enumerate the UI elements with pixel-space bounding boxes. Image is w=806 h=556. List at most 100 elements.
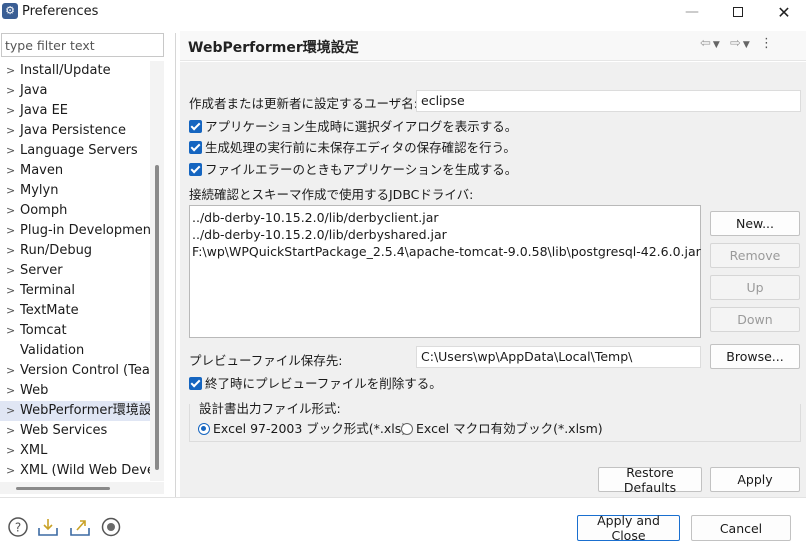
checkbox-checked-icon[interactable]	[189, 120, 202, 133]
tree-item-xml[interactable]: > XML	[0, 441, 150, 461]
new-button[interactable]: New...	[710, 211, 800, 236]
tree-item-validation[interactable]: Validation	[0, 341, 150, 361]
user-name-input[interactable]: eclipse	[416, 90, 801, 112]
tree-item-java[interactable]: > Java	[0, 81, 150, 101]
delete-preview-checkbox[interactable]: 終了時にプレビューファイルを削除する。	[189, 376, 442, 392]
up-button[interactable]: Up	[710, 275, 800, 300]
tree-item-xml-wild-web-developer[interactable]: >XML (Wild Web Developer)	[0, 461, 150, 481]
chevron-right-icon[interactable]: >	[6, 281, 16, 301]
confirm-save-checkbox[interactable]: 生成処理の実行前に未保存エディタの保存確認を行う。	[189, 140, 516, 156]
filter-input[interactable]	[1, 33, 164, 57]
oomph-record-icon[interactable]	[100, 516, 122, 538]
maximize-button[interactable]	[718, 0, 758, 24]
tree-item-maven[interactable]: > Maven	[0, 161, 150, 181]
list-item[interactable]: F:\wp\WPQuickStartPackage_2.5.4\apache-t…	[192, 243, 701, 260]
svg-text:?: ?	[15, 521, 21, 535]
chevron-right-icon[interactable]: >	[6, 461, 16, 481]
tree-item-web-services[interactable]: > Web Services	[0, 421, 150, 441]
panel-splitter[interactable]	[175, 33, 176, 497]
remove-button[interactable]: Remove	[710, 243, 800, 268]
tree-item-language-servers[interactable]: > Language Servers	[0, 141, 150, 161]
tree-vertical-scrollbar[interactable]	[150, 61, 164, 481]
tree-item-install-update[interactable]: > Install/Update	[0, 61, 150, 81]
tree-item-oomph[interactable]: > Oomph	[0, 201, 150, 221]
tree-item-java-persistence[interactable]: > Java Persistence	[0, 121, 150, 141]
page-title: WebPerformer環境設定	[188, 40, 359, 56]
chevron-right-icon[interactable]: >	[6, 401, 16, 421]
chevron-right-icon[interactable]: >	[6, 301, 16, 321]
list-item[interactable]: ../db-derby-10.15.2.0/lib/derbyshared.ja…	[192, 226, 700, 243]
tree-item-run-debug[interactable]: > Run/Debug	[0, 241, 150, 261]
tree-item-web[interactable]: > Web	[0, 381, 150, 401]
preview-path-label: プレビューファイル保存先:	[189, 353, 343, 368]
page-navigation: ⇦ ▼ ⇨ ▼ ⋮	[700, 36, 775, 51]
apply-button[interactable]: Apply	[710, 467, 800, 492]
radio-xls[interactable]: Excel 97-2003 ブック形式(*.xls)	[198, 421, 406, 437]
chevron-right-icon[interactable]: >	[6, 241, 16, 261]
restore-defaults-button[interactable]: Restore Defaults	[598, 465, 702, 495]
scrollbar-thumb[interactable]	[155, 165, 159, 470]
minimize-button[interactable]: —	[672, 0, 712, 24]
preview-path-input[interactable]: C:\Users\wp\AppData\Local\Temp\	[416, 346, 701, 368]
chevron-right-icon[interactable]: >	[6, 421, 16, 441]
browse-button[interactable]: Browse...	[710, 344, 800, 369]
down-button[interactable]: Down	[710, 307, 800, 332]
preference-tree: > Install/Update > Java > Java EE > Java Per…	[0, 61, 150, 481]
cancel-button[interactable]: Cancel	[691, 515, 791, 541]
help-icon[interactable]: ?	[7, 516, 29, 538]
chevron-right-icon[interactable]: >	[6, 121, 16, 141]
back-arrow-icon[interactable]: ⇦	[700, 36, 711, 51]
forward-arrow-icon[interactable]: ⇨	[730, 36, 741, 51]
chevron-right-icon[interactable]: >	[6, 221, 16, 241]
chevron-right-icon[interactable]: >	[6, 161, 16, 181]
list-item[interactable]: ../db-derby-10.15.2.0/lib/derbyclient.ja…	[192, 209, 700, 226]
chevron-right-icon[interactable]: >	[6, 81, 16, 101]
radio-selected-icon[interactable]	[198, 423, 210, 435]
view-menu-icon[interactable]: ⋮	[760, 36, 773, 51]
jdbc-driver-label: 接続確認とスキーマ作成で使用するJDBCドライバ:	[189, 187, 474, 202]
checkbox-checked-icon[interactable]	[189, 377, 202, 390]
checkbox-checked-icon[interactable]	[189, 163, 202, 176]
chevron-right-icon[interactable]: >	[6, 381, 16, 401]
tree-item-tomcat[interactable]: > Tomcat	[0, 321, 150, 341]
footer-separator	[0, 497, 806, 498]
chevron-right-icon[interactable]: >	[6, 101, 16, 121]
radio-unselected-icon[interactable]	[401, 423, 413, 435]
tree-item-webperformer-settings[interactable]: >WebPerformer環境設定	[0, 401, 150, 421]
user-name-label: 作成者または更新者に設定するユーザ名:	[189, 96, 418, 111]
scrollbar-thumb[interactable]	[16, 487, 110, 490]
chevron-right-icon[interactable]: >	[6, 61, 16, 81]
window-title: Preferences	[22, 4, 99, 19]
checkbox-checked-icon[interactable]	[189, 141, 202, 154]
tree-item-version-control[interactable]: >Version Control (Team)	[0, 361, 150, 381]
title-bar: ⚙ Preferences — ✕	[0, 0, 806, 24]
tree-item-mylyn[interactable]: > Mylyn	[0, 181, 150, 201]
back-menu-chevron-icon[interactable]: ▼	[713, 40, 720, 50]
chevron-right-icon[interactable]: >	[6, 321, 16, 341]
output-format-label: 設計書出力ファイル形式:	[198, 398, 342, 417]
chevron-right-icon[interactable]: >	[6, 201, 16, 221]
chevron-right-icon[interactable]: >	[6, 141, 16, 161]
tree-horizontal-scrollbar[interactable]	[0, 482, 164, 494]
apply-and-close-button[interactable]: Apply and Close	[577, 513, 680, 543]
show-select-dialog-checkbox[interactable]: アプリケーション生成時に選択ダイアログを表示する。	[189, 119, 517, 135]
radio-xlsm[interactable]: Excel マクロ有効ブック(*.xlsm)	[401, 421, 603, 437]
chevron-right-icon[interactable]: >	[6, 181, 16, 201]
chevron-right-icon[interactable]: >	[6, 261, 16, 281]
preferences-app-icon: ⚙	[2, 3, 18, 19]
jdbc-driver-list[interactable]: ../db-derby-10.15.2.0/lib/derbyclient.ja…	[189, 205, 701, 338]
generate-on-error-checkbox[interactable]: ファイルエラーのときもアプリケーションを生成する。	[189, 162, 517, 178]
import-icon[interactable]	[37, 516, 59, 538]
tree-item-java-ee[interactable]: > Java EE	[0, 101, 150, 121]
tree-item-terminal[interactable]: > Terminal	[0, 281, 150, 301]
export-icon[interactable]	[69, 516, 91, 538]
tree-item-server[interactable]: > Server	[0, 261, 150, 281]
close-icon: ✕	[777, 2, 791, 22]
tree-item-textmate[interactable]: > TextMate	[0, 301, 150, 321]
forward-menu-chevron-icon[interactable]: ▼	[743, 40, 750, 50]
chevron-right-icon[interactable]: >	[6, 361, 16, 381]
chevron-right-icon[interactable]: >	[6, 441, 16, 461]
tree-item-plug-in-development[interactable]: > Plug-in Development	[0, 221, 150, 241]
close-button[interactable]: ✕	[764, 0, 804, 24]
maximize-icon	[733, 7, 743, 17]
